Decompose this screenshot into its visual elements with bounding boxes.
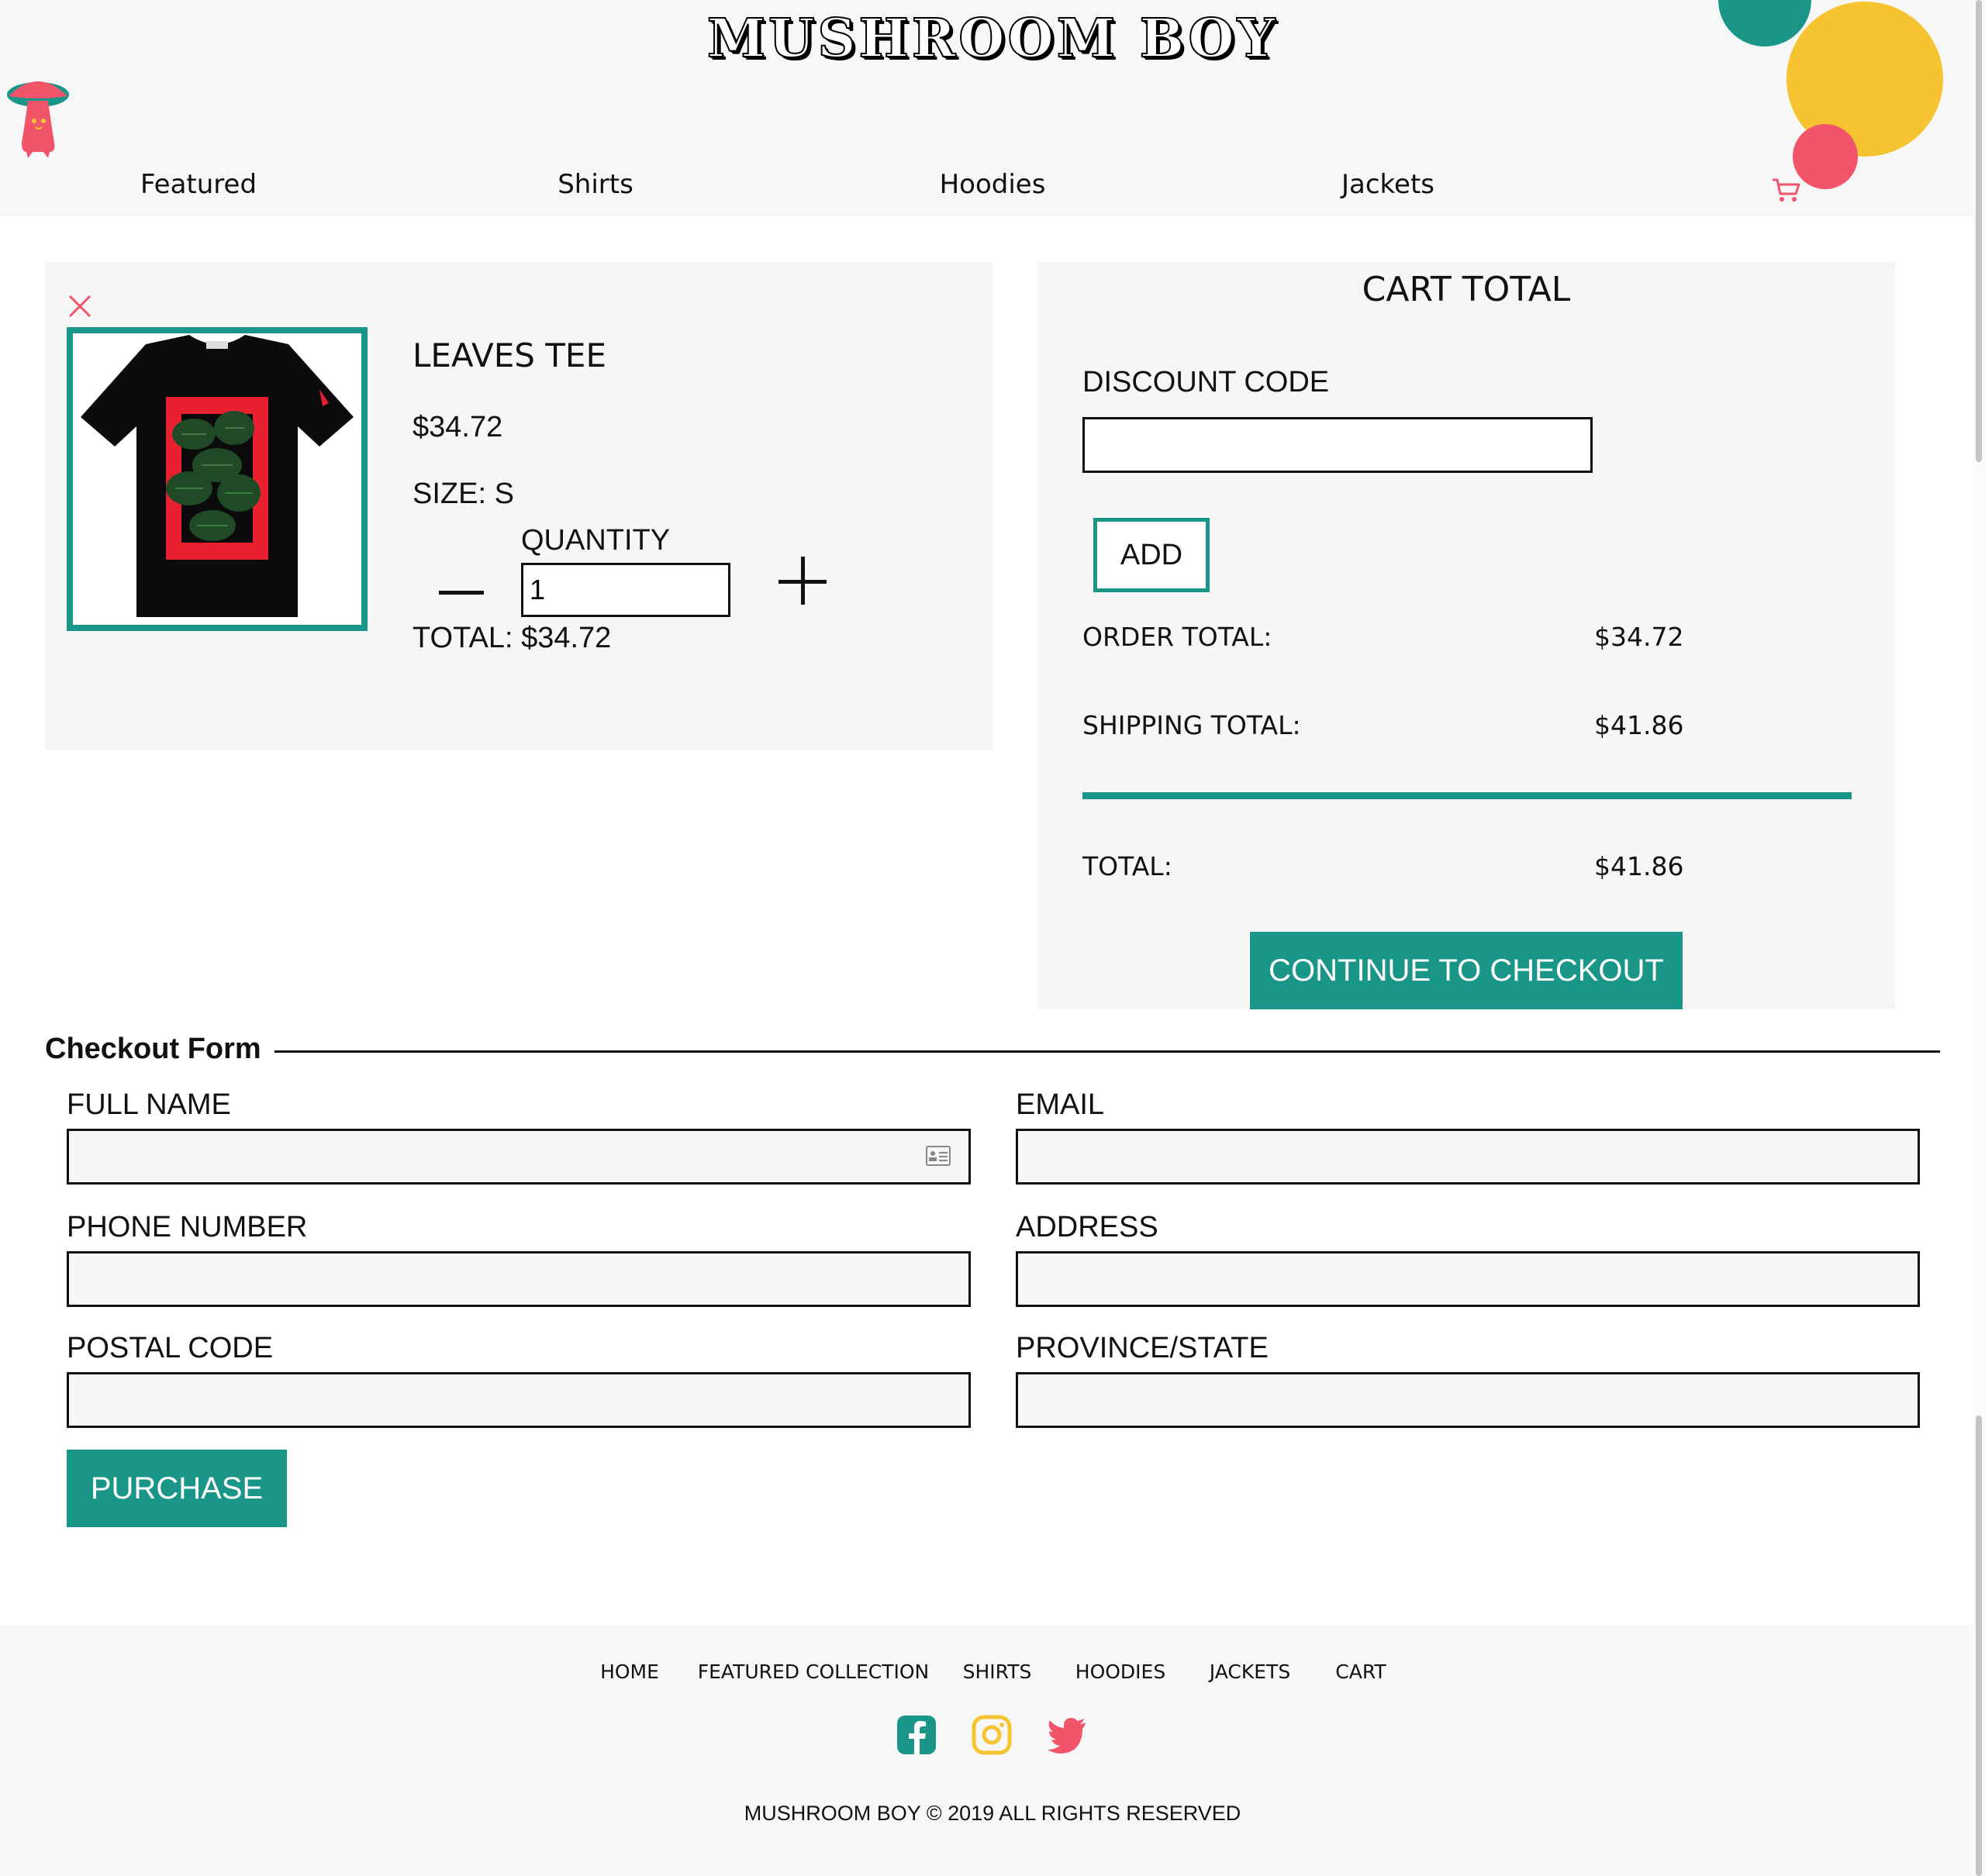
phone-number-input[interactable] [67, 1251, 971, 1307]
purchase-button[interactable]: PURCHASE [67, 1450, 287, 1527]
product-image[interactable] [67, 327, 368, 631]
nav-shirts[interactable]: Shirts [558, 169, 633, 200]
decrease-quantity-button[interactable] [439, 569, 485, 616]
copyright-text: MUSHROOM BOY © 2019 ALL RIGHTS RESERVED [744, 1802, 1241, 1825]
scrollbar-thumb-bottom[interactable] [1976, 1416, 1982, 1876]
province-state-input[interactable] [1016, 1372, 1920, 1428]
autofill-contact-card-icon[interactable] [926, 1146, 951, 1166]
grand-total-value: $41.86 [1594, 851, 1684, 881]
discount-code-label: DISCOUNT CODE [1082, 366, 1330, 398]
email-input[interactable] [1016, 1129, 1920, 1185]
nav-hoodies[interactable]: Hoodies [940, 169, 1046, 200]
twitter-icon[interactable] [1047, 1715, 1087, 1755]
remove-item-icon[interactable] [67, 293, 93, 319]
email-label: EMAIL [1016, 1088, 1105, 1121]
footer-link-featured-collection[interactable]: FEATURED COLLECTION [698, 1660, 930, 1683]
increase-quantity-button[interactable] [778, 557, 828, 606]
address-input[interactable] [1016, 1251, 1920, 1307]
site-header: MUSHROOM BOY Featured Shirts Hoodies Jac… [0, 0, 1985, 216]
tshirt-image-icon [73, 333, 361, 625]
item-total: TOTAL: $34.72 [413, 622, 612, 654]
continue-to-checkout-button[interactable]: CONTINUE TO CHECKOUT [1250, 932, 1683, 1009]
shipping-total-label: SHIPPING TOTAL: [1082, 710, 1301, 740]
site-footer: HOME FEATURED COLLECTION SHIRTS HOODIES … [0, 1625, 1985, 1876]
province-state-label: PROVINCE/STATE [1016, 1332, 1269, 1364]
cart-total-title: CART TOTAL [1362, 270, 1571, 309]
scrollbar-thumb-top[interactable] [1976, 0, 1982, 462]
mushroom-logo-icon[interactable] [5, 78, 71, 158]
footer-link-shirts[interactable]: SHIRTS [963, 1660, 1032, 1683]
shipping-total-value: $41.86 [1594, 710, 1684, 740]
facebook-icon[interactable] [896, 1715, 937, 1755]
instagram-icon[interactable] [972, 1715, 1012, 1755]
totals-divider [1082, 792, 1852, 799]
product-size: SIZE: S [413, 478, 514, 510]
postal-code-input[interactable] [67, 1372, 971, 1428]
full-name-label: FULL NAME [67, 1088, 231, 1121]
footer-link-jackets[interactable]: JACKETS [1210, 1660, 1290, 1683]
checkout-form-legend: Checkout Form [45, 1033, 274, 1066]
footer-link-home[interactable]: HOME [600, 1660, 659, 1683]
cart-total-card: CART TOTAL DISCOUNT CODE ADD ORDER TOTAL… [1037, 262, 1895, 1009]
phone-number-label: PHONE NUMBER [67, 1211, 308, 1243]
footer-link-hoodies[interactable]: HOODIES [1075, 1660, 1165, 1683]
order-total-label: ORDER TOTAL: [1082, 622, 1272, 652]
postal-code-label: POSTAL CODE [67, 1332, 274, 1364]
product-name[interactable]: LEAVES TEE [413, 336, 606, 374]
quantity-input[interactable] [521, 563, 730, 617]
form-fieldset-border [274, 1050, 1940, 1053]
main-nav: Featured Shirts Hoodies Jackets [0, 169, 1985, 208]
footer-link-cart[interactable]: CART [1335, 1660, 1386, 1683]
cart-icon[interactable] [1771, 177, 1802, 205]
full-name-input[interactable] [67, 1129, 971, 1185]
order-total-value: $34.72 [1594, 622, 1684, 652]
nav-featured[interactable]: Featured [140, 169, 257, 200]
add-discount-button[interactable]: ADD [1093, 518, 1210, 592]
product-price: $34.72 [413, 411, 503, 443]
nav-jackets[interactable]: Jackets [1341, 169, 1434, 200]
discount-code-input[interactable] [1082, 417, 1593, 473]
quantity-label: QUANTITY [521, 524, 671, 557]
address-label: ADDRESS [1016, 1211, 1158, 1243]
page-scrollbar[interactable] [1973, 0, 1985, 1876]
cart-item-card: LEAVES TEE $34.72 SIZE: S QUANTITY TOTAL… [45, 262, 992, 750]
brand-logo-text[interactable]: MUSHROOM BOY [0, 7, 1985, 71]
grand-total-label: TOTAL: [1082, 851, 1172, 881]
